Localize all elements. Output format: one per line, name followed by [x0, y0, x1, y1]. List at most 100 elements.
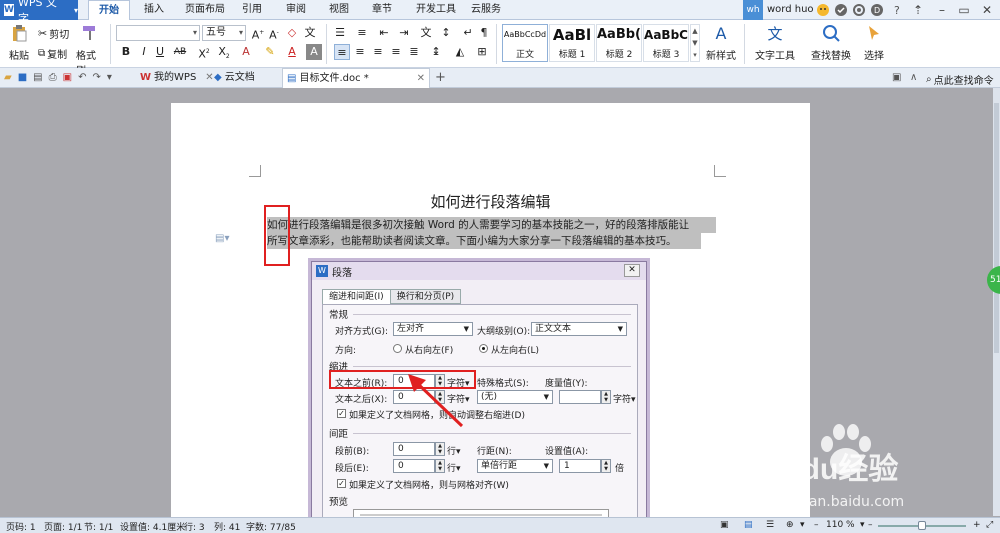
close-icon[interactable]: ✕ — [417, 69, 425, 89]
tab-chapter[interactable]: 章节 — [366, 0, 398, 20]
page-view-icon[interactable]: ▤ — [744, 520, 753, 530]
ltr-radio[interactable] — [479, 344, 488, 353]
print-preview-icon[interactable]: ▤ — [33, 72, 42, 83]
select-button[interactable]: 选择 — [858, 24, 890, 62]
new-tab-icon[interactable]: + — [435, 70, 446, 85]
copy-button[interactable]: ⧉ 复制 — [38, 46, 67, 61]
tab-my-wps[interactable]: W 我的WPS ✕ — [136, 68, 218, 88]
dialog-close-button[interactable]: ✕ — [624, 264, 640, 277]
cut-button[interactable]: ✂ 剪切 — [38, 26, 69, 41]
command-search[interactable]: ⌕ 点此查找命令 — [926, 72, 994, 87]
auto-indent-checkbox[interactable]: ✓ — [337, 409, 346, 418]
after-para-unit[interactable]: 行▾ — [447, 461, 461, 474]
line-spacing-icon[interactable]: ↨ — [428, 44, 444, 60]
restore-ribbon-icon[interactable]: ⇡ — [906, 0, 930, 20]
align-left-icon[interactable]: ≡ — [334, 44, 350, 60]
maximize-icon[interactable]: ▭ — [952, 0, 976, 20]
font-size-combo[interactable]: 五号 ▾ — [202, 25, 246, 41]
align-right-icon[interactable]: ≡ — [370, 44, 386, 60]
rtl-radio[interactable] — [393, 344, 402, 353]
close-icon[interactable]: ✕ — [975, 0, 999, 20]
borders-icon[interactable]: ⊞ — [474, 44, 490, 60]
style-heading-3[interactable]: AaBbC 标题 3 — [643, 24, 689, 62]
bold-icon[interactable]: B — [118, 44, 134, 60]
new-style-button[interactable]: A 新样式 — [702, 24, 740, 62]
tab-page-layout[interactable]: 页面布局 — [180, 0, 230, 20]
pin-icon[interactable]: ▣ — [892, 72, 901, 83]
justify-icon[interactable]: ≡ — [388, 44, 404, 60]
minimize-icon[interactable]: – — [930, 0, 954, 20]
customize-icon[interactable]: ▾ — [107, 72, 112, 83]
underline-icon[interactable]: U — [152, 44, 168, 60]
special-format-select[interactable]: (无) ▼ — [477, 390, 553, 404]
measure-spinner[interactable]: ▲ ▼ — [601, 390, 611, 404]
help-icon[interactable]: ? — [891, 3, 905, 17]
status-words[interactable]: 字数: 77/85 — [246, 520, 296, 533]
after-para-input[interactable]: 0 — [393, 459, 435, 473]
tab-indent-spacing[interactable]: 缩进和间距(I) — [322, 289, 391, 305]
highlight-icon[interactable]: ✎ — [262, 44, 278, 60]
avatar[interactable]: wh — [743, 0, 763, 20]
tab-insert[interactable]: 插入 — [138, 0, 170, 20]
style-heading-1[interactable]: AaBl 标题 1 — [549, 24, 595, 62]
feedback-icon[interactable]: D — [870, 3, 884, 17]
superscript-icon[interactable]: X2 — [196, 44, 212, 61]
italic-icon[interactable]: I — [136, 44, 152, 60]
username[interactable]: word huo — [767, 0, 814, 20]
after-para-spinner[interactable]: ▲ ▼ — [435, 459, 445, 473]
tab-line-page-breaks[interactable]: 换行和分页(P) — [389, 289, 462, 304]
font-color-icon[interactable]: A — [284, 44, 300, 60]
paragraph-mark-icon[interactable]: ¶ — [476, 25, 492, 41]
before-para-unit[interactable]: 行▾ — [447, 444, 461, 457]
align-center-icon[interactable]: ≡ — [352, 44, 368, 60]
distribute-icon[interactable]: ≣ — [406, 44, 422, 60]
numbering-icon[interactable]: ≡ — [354, 25, 370, 41]
tab-cloud-docs[interactable]: ◆ 云文档 — [210, 68, 259, 88]
side-badge[interactable]: 51 — [987, 266, 1000, 294]
sort-icon[interactable]: ↕ — [438, 25, 454, 41]
set-value-spinner[interactable]: ▲ ▼ — [601, 459, 611, 473]
measure-input[interactable] — [559, 390, 601, 404]
before-para-input[interactable]: 0 — [393, 442, 435, 456]
line-spacing-select[interactable]: 单倍行距 ▼ — [477, 459, 553, 473]
before-para-spinner[interactable]: ▲ ▼ — [435, 442, 445, 456]
char-shading-icon[interactable]: A — [306, 44, 322, 60]
tab-developer[interactable]: 开发工具 — [411, 0, 461, 20]
grow-font-icon[interactable]: A+ — [250, 25, 266, 42]
shrink-font-icon[interactable]: A- — [266, 25, 282, 42]
find-replace-button[interactable]: 查找替换 — [806, 24, 856, 62]
print-icon[interactable]: ⎙ — [49, 72, 57, 83]
decrease-indent-icon[interactable]: ⇤ — [376, 25, 392, 41]
emoji-icon[interactable] — [816, 3, 830, 17]
paste-button[interactable]: 粘贴 — [4, 24, 34, 62]
settings-icon[interactable] — [852, 3, 866, 17]
styles-scroll[interactable]: ▲ ▼ ▾ — [690, 24, 700, 62]
strikethrough-icon[interactable]: AB — [172, 44, 188, 60]
paragraph-handle-icon[interactable]: ▤▾ — [215, 233, 229, 244]
font-name-combo[interactable]: ▾ — [116, 25, 200, 41]
tab-view[interactable]: 视图 — [323, 0, 355, 20]
bullets-icon[interactable]: ☰ — [332, 25, 348, 41]
set-value-input[interactable]: 1 — [559, 459, 601, 473]
style-normal[interactable]: AaBbCcDd 正文 — [502, 24, 548, 62]
reading-mode-icon[interactable]: ▣ — [720, 520, 729, 530]
text-tools-button[interactable]: 文 文字工具 — [750, 24, 800, 62]
open-icon[interactable]: ▰ — [4, 72, 12, 83]
skin-icon[interactable] — [834, 3, 848, 17]
subscript-icon[interactable]: X2 — [216, 44, 232, 60]
shading-icon[interactable]: ◭ — [452, 44, 468, 60]
tab-review[interactable]: 审阅 — [280, 0, 312, 20]
increase-indent-icon[interactable]: ⇥ — [396, 25, 412, 41]
alignment-select[interactable]: 左对齐 ▼ — [393, 322, 473, 336]
export-pdf-icon[interactable]: ▣ — [63, 72, 72, 83]
chinese-layout-icon[interactable]: 文 — [418, 25, 434, 41]
undo-icon[interactable]: ↶ — [78, 72, 86, 83]
style-heading-2[interactable]: AaBb( 标题 2 — [596, 24, 642, 62]
phonetic-icon[interactable]: 文 — [302, 25, 318, 41]
outline-level-select[interactable]: 正文文本 ▼ — [531, 322, 627, 336]
tab-document[interactable]: ▤ 目标文件.doc * ✕ — [282, 68, 430, 88]
app-menu-button[interactable]: W WPS 文字 ▾ — [0, 0, 78, 25]
text-effect-icon[interactable]: A — [238, 44, 254, 60]
measure-unit[interactable]: 字符▾ — [613, 392, 636, 405]
tab-references[interactable]: 引用 — [236, 0, 268, 20]
